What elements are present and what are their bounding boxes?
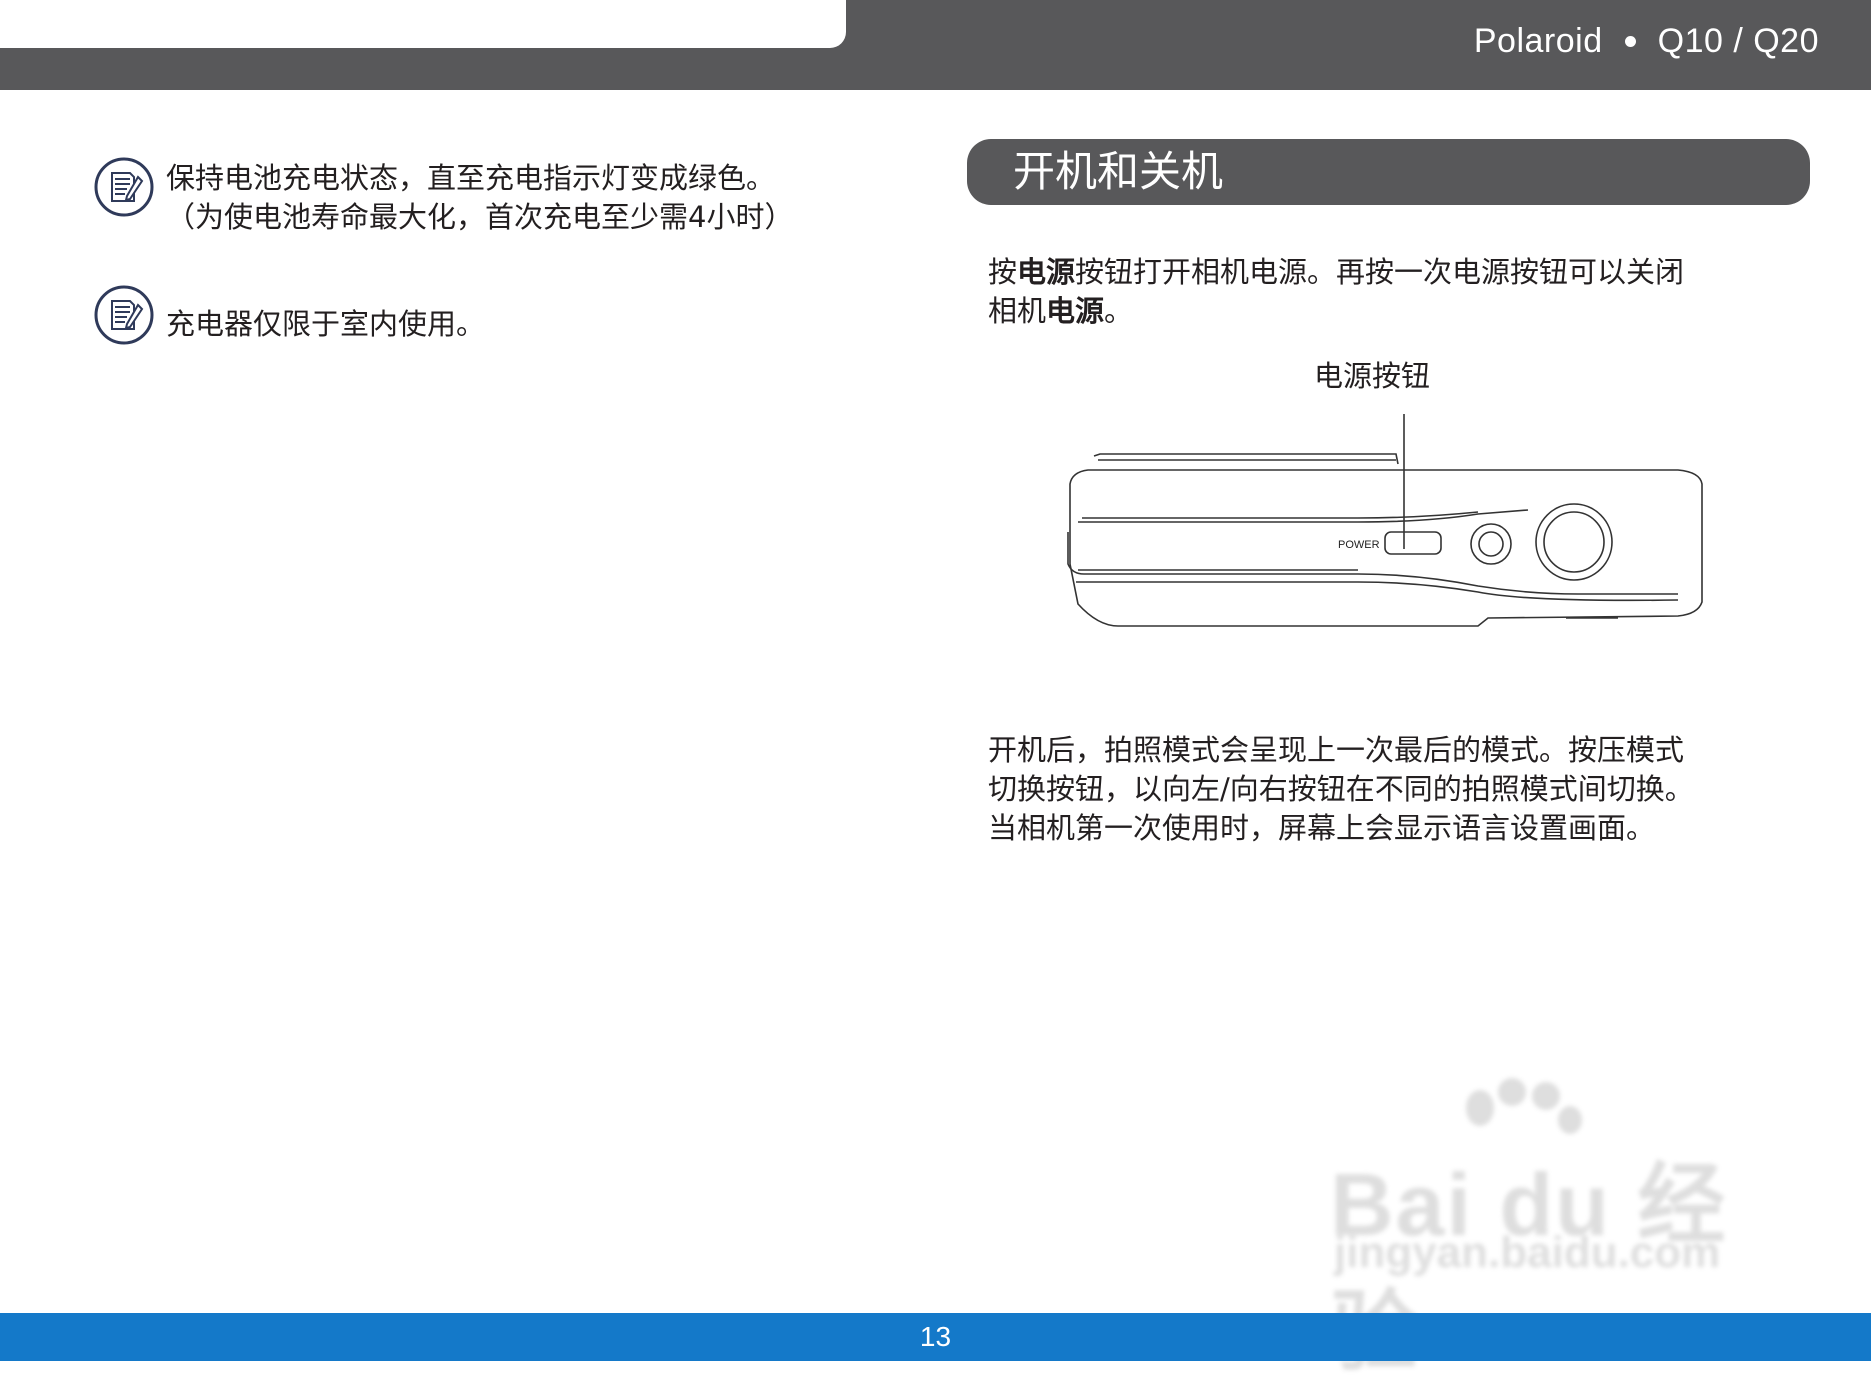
power-button-callout-label: 电源按钮 [1314,359,1431,393]
bullet-dot [1624,36,1636,47]
footer-bar: 13 [0,1313,1871,1361]
note-block: 保持电池充电状态，直至充电指示灯变成绿色。 （为使电池寿命最大化，首次充电至少需… [94,157,793,237]
text-run: 按 [988,255,1018,289]
header-tab-cutout [0,0,846,48]
text-run: 。 [1104,294,1134,328]
note-pencil-icon [94,157,154,217]
model-name: Q10 / Q20 [1657,22,1819,60]
note-line: 充电器仅限于室内使用。 [166,307,486,341]
brand-model: Polaroid Q10 / Q20 [1474,22,1819,61]
brand-name: Polaroid [1473,22,1603,60]
para-line: 当相机第一次使用时，屏幕上会显示语言设置画面。 [988,811,1656,845]
baidu-watermark: Bai du 经验 jingyan.baidu.com [1330,1078,1760,1381]
intro-paragraph: 按电源按钮打开相机电源。再按一次电源按钮可以关闭 相机电源。 [988,253,1684,331]
section-title: 开机和关机 [1013,147,1224,196]
text-run: 相机 [988,294,1047,328]
after-paragraph: 开机后，拍照模式会呈现上一次最后的模式。按压模式 切换按钮，以向左/向右按钮在不… [988,731,1694,848]
camera-top-illustration: POWER [1067,414,1703,627]
para-line: 切换按钮，以向左/向右按钮在不同的拍照模式间切换。 [988,772,1694,806]
bold-term: 电源 [1046,294,1105,328]
text-run: 按钮打开相机电源。再按一次电源按钮可以关闭 [1075,255,1685,289]
note-text: 充电器仅限于室内使用。 [166,305,485,344]
note-line: 保持电池充电状态，直至充电指示灯变成绿色。 [166,161,776,195]
power-switch-label: POWER [1338,539,1380,551]
intro-line-2: 相机电源。 [988,292,1684,331]
note-pencil-icon [94,285,154,345]
note-text: 保持电池充电状态，直至充电指示灯变成绿色。 （为使电池寿命最大化，首次充电至少需… [166,159,793,237]
intro-line-1: 按电源按钮打开相机电源。再按一次电源按钮可以关闭 [988,253,1684,292]
watermark-url: jingyan.baidu.com [1334,1228,1721,1277]
page-number: 13 [919,1321,952,1352]
bold-term: 电源 [1017,255,1076,289]
section-header: 开机和关机 [967,139,1810,205]
para-line: 开机后，拍照模式会呈现上一次最后的模式。按压模式 [988,733,1685,767]
note-block: 充电器仅限于室内使用。 [94,285,485,345]
header-bar: Polaroid Q10 / Q20 [0,0,1871,90]
note-line: （为使电池寿命最大化，首次充电至少需4小时） [166,200,794,234]
